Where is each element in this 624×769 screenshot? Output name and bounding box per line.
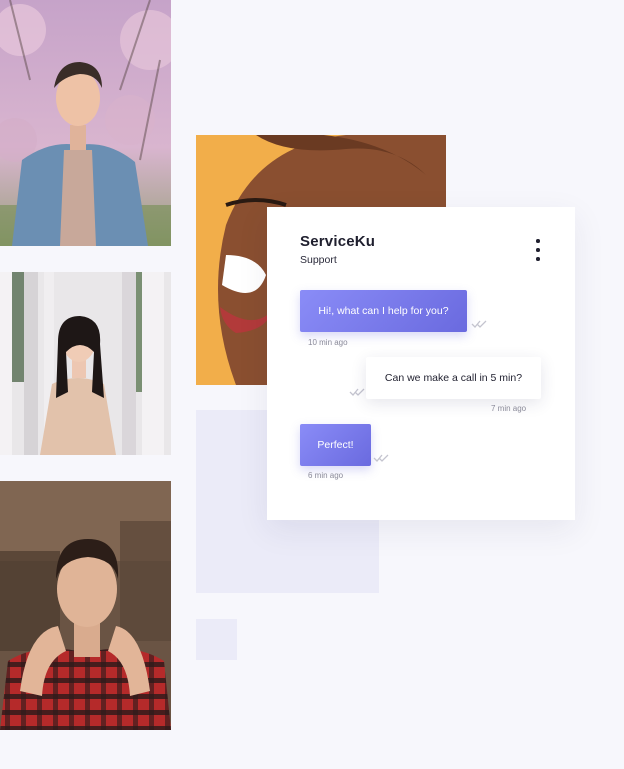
menu-dot [536,239,540,243]
menu-dot [536,257,540,261]
photo-man-plaid [0,481,171,730]
photo-woman-denim [0,0,171,246]
chat-title: ServiceKu [300,233,376,250]
chat-subtitle: Support [300,254,337,266]
message-bubble-outgoing: Perfect! [300,424,371,466]
message-time: 6 min ago [308,471,344,480]
more-vertical-icon[interactable] [533,239,543,261]
photo-woman-columns [0,272,171,455]
double-check-icon [471,320,487,328]
message-bubble-incoming: Can we make a call in 5 min? [366,357,541,399]
menu-dot [536,248,540,252]
chat-card: ServiceKu Support Hi!, what can I help f… [267,207,575,520]
double-check-icon [349,388,365,396]
double-check-icon [373,454,389,462]
message-time: 7 min ago [491,404,527,413]
decorative-square-small [196,619,237,660]
message-time: 10 min ago [308,338,348,347]
message-bubble-outgoing: Hi!, what can I help for you? [300,290,467,332]
